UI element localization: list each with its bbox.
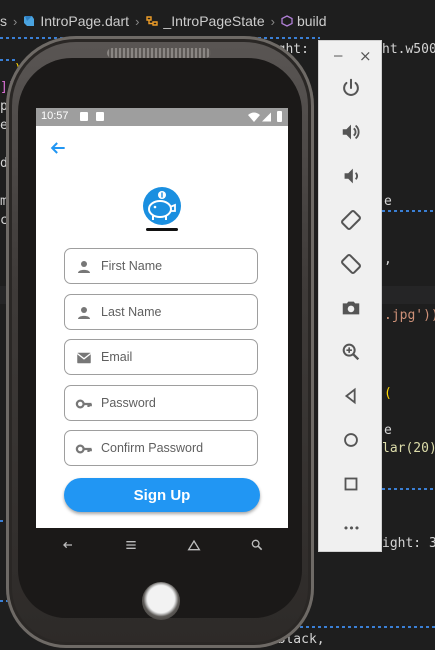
- first-name-field[interactable]: [64, 248, 258, 284]
- back-button[interactable]: [338, 383, 364, 409]
- minimize-button[interactable]: –: [334, 48, 342, 64]
- code-fragment: lar(20): [382, 441, 435, 456]
- breadcrumb-file[interactable]: IntroPage.dart: [23, 13, 129, 29]
- breadcrumb-class[interactable]: _IntroPageState: [145, 13, 265, 29]
- back-nav-icon[interactable]: [60, 537, 76, 553]
- hardware-home-button[interactable]: [142, 582, 180, 620]
- speaker-grille: [107, 48, 211, 58]
- home-button[interactable]: [338, 427, 364, 453]
- password-input[interactable]: [101, 386, 251, 420]
- status-bar: 10:57: [36, 108, 288, 126]
- key-icon: [75, 399, 92, 409]
- editor-highlight-band: [382, 286, 435, 304]
- code-fragment: .jpg')): [384, 308, 435, 323]
- status-time: 10:57: [41, 110, 69, 122]
- camera-icon: [342, 301, 360, 315]
- phone-screen: 10:57 First Name Last Name Email Sign Up: [36, 108, 288, 528]
- signal-icon: [262, 112, 271, 122]
- piggy-bank-icon: [143, 187, 181, 231]
- email-input[interactable]: [101, 340, 251, 374]
- volume-down-icon: [344, 168, 358, 184]
- overview-button[interactable]: [338, 471, 364, 497]
- password-field[interactable]: [64, 385, 258, 421]
- zoom-button[interactable]: [338, 339, 364, 365]
- notification-a-icon: [80, 112, 88, 121]
- code-fragment: e: [384, 423, 392, 438]
- breadcrumb-prefix[interactable]: s: [0, 13, 7, 29]
- rotate-left-button[interactable]: [338, 207, 364, 233]
- power-icon: [343, 78, 359, 96]
- chevron-right-icon: ›: [13, 13, 18, 29]
- menu-nav-icon[interactable]: [123, 537, 139, 553]
- dart-file-icon: [24, 16, 35, 26]
- squiggle-underline: [300, 626, 435, 628]
- wifi-icon: [248, 112, 260, 122]
- zoom-in-icon: [342, 343, 360, 361]
- more-button[interactable]: •••: [338, 515, 364, 541]
- code-fragment: ,: [384, 252, 392, 267]
- person-icon: [78, 307, 90, 319]
- method-symbol-icon: [281, 15, 293, 27]
- last-name-input[interactable]: [101, 295, 251, 329]
- email-field[interactable]: [64, 339, 258, 375]
- rotate-right-button[interactable]: [338, 251, 364, 277]
- confirm-password-field[interactable]: [64, 430, 258, 466]
- sd-card-icon: [96, 112, 104, 121]
- toolbar-window-controls: – ×: [319, 47, 381, 65]
- search-nav-icon[interactable]: [249, 537, 265, 553]
- chevron-right-icon: ›: [270, 13, 275, 29]
- mail-icon: [76, 352, 92, 364]
- more-icon: •••: [342, 521, 360, 535]
- class-symbol-icon: [146, 16, 159, 26]
- triangle-back-icon: [344, 387, 356, 405]
- emulator-toolbar: – × •••: [318, 40, 382, 552]
- volume-up-icon: [342, 124, 360, 140]
- squiggle-underline: [382, 488, 435, 490]
- power-button[interactable]: [338, 75, 364, 101]
- breadcrumb-method[interactable]: build: [281, 13, 327, 29]
- first-name-input[interactable]: [101, 249, 251, 283]
- phone-nav-bar: [36, 528, 288, 562]
- volume-down-button[interactable]: [338, 163, 364, 189]
- square-overview-icon: [344, 477, 358, 491]
- breadcrumb-class-label: _IntroPageState: [163, 13, 265, 29]
- rotate-right-icon: [341, 254, 361, 274]
- home-nav-icon[interactable]: [186, 537, 202, 553]
- squiggle-underline: [382, 210, 435, 212]
- confirm-password-input[interactable]: [101, 431, 251, 465]
- last-name-field[interactable]: [64, 294, 258, 330]
- circle-home-icon: [344, 433, 358, 447]
- battery-icon: [277, 111, 282, 122]
- phone-frame: 10:57 First Name Last Name Email Sign Up: [6, 36, 314, 648]
- code-fragment: (: [384, 386, 392, 401]
- person-icon: [78, 261, 90, 273]
- key-icon: [75, 444, 92, 454]
- code-fragment: ight: 3: [382, 536, 435, 551]
- close-button[interactable]: ×: [359, 47, 372, 65]
- rotate-left-icon: [341, 210, 361, 230]
- volume-up-button[interactable]: [338, 119, 364, 145]
- sign-up-button[interactable]: Sign Up: [64, 478, 260, 512]
- screenshot-button[interactable]: [338, 295, 364, 321]
- breadcrumb-method-label: build: [296, 13, 327, 29]
- squiggle-underline: [0, 59, 18, 61]
- code-fragment: ht.w500: [382, 42, 435, 57]
- code-fragment: e: [384, 194, 392, 209]
- chevron-right-icon: ›: [135, 13, 140, 29]
- arrow-back-icon[interactable]: [48, 138, 68, 158]
- breadcrumb-file-label: IntroPage.dart: [40, 13, 130, 29]
